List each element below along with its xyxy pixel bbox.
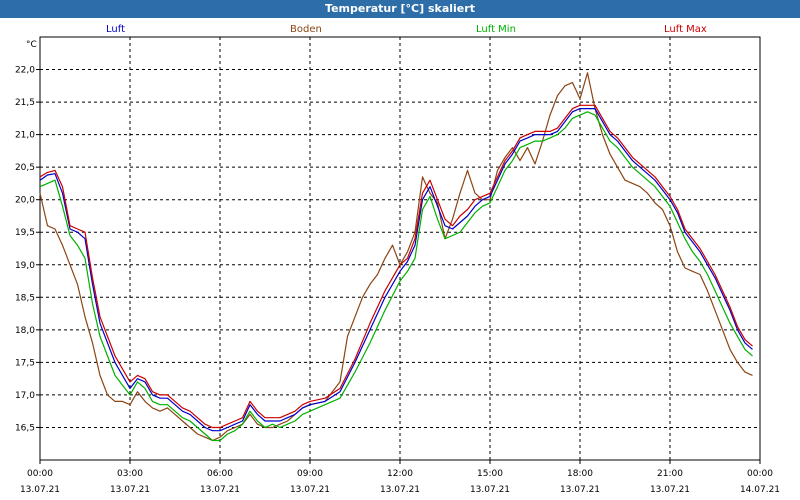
- x-tick-time-label: 00:00: [747, 469, 773, 479]
- x-tick-time-label: 09:00: [297, 469, 323, 479]
- x-tick-date-label: 13.07.21: [20, 485, 60, 495]
- y-tick-label: 19,0: [15, 261, 35, 271]
- x-tick-time-label: 21:00: [657, 469, 683, 479]
- x-tick-time-label: 00:00: [27, 469, 53, 479]
- x-tick-date-label: 13.07.21: [290, 485, 330, 495]
- y-tick-label: 19,5: [15, 228, 35, 238]
- y-tick-label: 21,5: [15, 98, 35, 108]
- x-tick-date-label: 13.07.21: [650, 485, 690, 495]
- y-tick-label: 20,0: [15, 196, 35, 206]
- temperature-chart: 16,5 17,0 17,5 18,0 18,5 19,0 19,5 20,0 20,5 21,0…: [15, 36, 780, 495]
- y-tick-label: 17,5: [15, 358, 35, 368]
- x-tick-time-label: 12:00: [387, 469, 413, 479]
- x-tick-date-label: 13.07.21: [110, 485, 150, 495]
- x-tick-date-label: 14.07.21: [740, 485, 780, 495]
- series-line-luft-min: [39, 111, 753, 442]
- y-tick-label: 21,0: [15, 131, 35, 141]
- x-tick-date-label: 13.07.21: [560, 485, 600, 495]
- y-tick-label: 18,5: [15, 293, 35, 303]
- series-line-luft-max: [39, 104, 753, 429]
- x-tick-date-label: 13.07.21: [470, 485, 510, 495]
- x-tick-time-label: 06:00: [207, 469, 233, 479]
- x-tick-time-label: 18:00: [567, 469, 593, 479]
- y-tick-label: 18,0: [15, 326, 35, 336]
- y-tick-label: 17,0: [15, 391, 35, 401]
- y-tick-label: 20,5: [15, 163, 35, 173]
- x-tick-date-label: 13.07.21: [200, 485, 240, 495]
- y-tick-label: 22,0: [15, 66, 35, 76]
- x-tick-date-label: 13.07.21: [380, 485, 420, 495]
- y-tick-label: 16,5: [15, 423, 35, 433]
- y-axis-unit-label: °C: [26, 40, 37, 50]
- x-tick-time-label: 03:00: [117, 469, 143, 479]
- x-tick-time-label: 15:00: [477, 469, 503, 479]
